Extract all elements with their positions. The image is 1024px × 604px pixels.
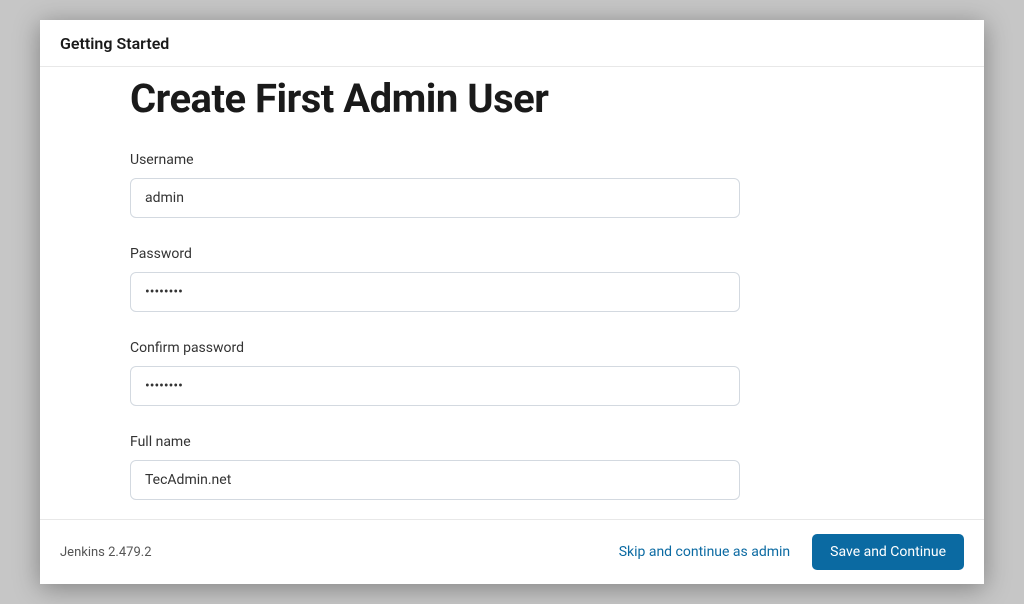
modal-header-title: Getting Started [60,34,169,53]
modal-footer: Jenkins 2.479.2 Skip and continue as adm… [40,519,984,584]
fullname-label: Full name [130,434,810,450]
skip-button[interactable]: Skip and continue as admin [615,536,794,568]
password-group: Password [130,246,810,312]
save-continue-button[interactable]: Save and Continue [812,534,964,570]
username-group: Username [130,152,810,218]
fullname-group: Full name [130,434,810,500]
modal-header: Getting Started [40,20,984,67]
form-container: Create First Admin User Username Passwor… [130,75,830,500]
confirm-password-label: Confirm password [130,340,810,356]
fullname-input[interactable] [130,460,740,500]
password-label: Password [130,246,810,262]
footer-actions: Skip and continue as admin Save and Cont… [615,534,964,570]
page-title: Create First Admin User [130,75,810,122]
username-input[interactable] [130,178,740,218]
username-label: Username [130,152,810,168]
modal-body[interactable]: Create First Admin User Username Passwor… [40,67,984,519]
password-input[interactable] [130,272,740,312]
setup-wizard-modal: Getting Started Create First Admin User … [40,20,984,584]
confirm-password-input[interactable] [130,366,740,406]
version-label: Jenkins 2.479.2 [60,545,152,560]
confirm-password-group: Confirm password [130,340,810,406]
